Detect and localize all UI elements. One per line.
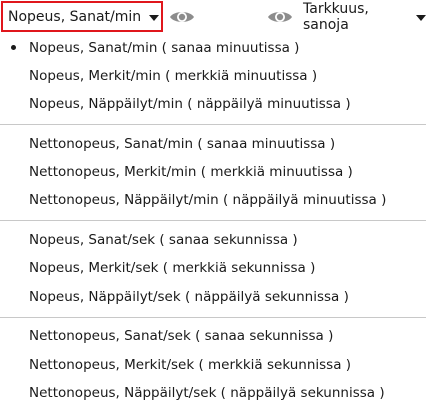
menu-item[interactable]: Nettonopeus, Merkit/min ( merkkiä minuut… <box>0 158 426 186</box>
accuracy-metric-label: Tarkkuus, sanoja <box>303 0 369 33</box>
menu-item-label: Nopeus, Merkit/sek ( merkkiä sekunnissa … <box>29 260 316 276</box>
menu-item[interactable]: Nopeus, Sanat/min ( sanaa minuutissa ) <box>0 34 426 62</box>
menu-item-label: Nopeus, Näppäilyt/min ( näppäilyä minuut… <box>29 96 351 112</box>
speed-metric-label: Nopeus, Sanat/min <box>8 8 142 25</box>
menu-separator <box>0 220 426 221</box>
menu-separator <box>0 124 426 125</box>
menu-item[interactable]: Nopeus, Näppäilyt/min ( näppäilyä minuut… <box>0 90 426 118</box>
selected-bullet-icon <box>11 45 16 50</box>
menu-item[interactable]: Nettonopeus, Näppäilyt/sek ( näppäilyä s… <box>0 379 426 407</box>
eye-icon[interactable] <box>169 9 195 25</box>
menu-item[interactable]: Nettonopeus, Merkit/sek ( merkkiä sekunn… <box>0 351 426 379</box>
accuracy-metric-dropdown[interactable]: Tarkkuus, sanoja <box>303 0 426 33</box>
chevron-down-icon <box>416 14 426 21</box>
menu-item-label: Nettonopeus, Näppäilyt/min ( näppäilyä m… <box>29 192 387 208</box>
menu-item[interactable]: Nettonopeus, Sanat/min ( sanaa minuutiss… <box>0 130 426 158</box>
menu-item[interactable]: Nettonopeus, Sanat/sek ( sanaa sekunniss… <box>0 322 426 350</box>
menu-item-label: Nopeus, Sanat/min ( sanaa minuutissa ) <box>29 40 300 56</box>
menu-item-label: Nopeus, Sanat/sek ( sanaa sekunnissa ) <box>29 232 298 248</box>
menu-item-label: Nettonopeus, Sanat/sek ( sanaa sekunniss… <box>29 328 334 344</box>
menu-item-label: Nopeus, Merkit/min ( merkkiä minuutissa … <box>29 68 318 84</box>
menu-item[interactable]: Nopeus, Näppäilyt/sek ( näppäilyä sekunn… <box>0 283 426 311</box>
menu-item[interactable]: Nopeus, Merkit/min ( merkkiä minuutissa … <box>0 62 426 90</box>
toolbar: Nopeus, Sanat/min Tarkkuus, sanoja <box>0 0 426 35</box>
chevron-down-icon <box>149 14 160 21</box>
eye-icon[interactable] <box>267 9 293 25</box>
speed-metric-menu: Nopeus, Sanat/min ( sanaa minuutissa ) N… <box>0 34 426 410</box>
menu-item-label: Nettonopeus, Näppäilyt/sek ( näppäilyä s… <box>29 385 385 401</box>
menu-item-label: Nopeus, Näppäilyt/sek ( näppäilyä sekunn… <box>29 289 349 305</box>
speed-metric-dropdown[interactable]: Nopeus, Sanat/min <box>1 1 163 32</box>
menu-item[interactable]: Nopeus, Merkit/sek ( merkkiä sekunnissa … <box>0 254 426 282</box>
menu-item[interactable]: Nettonopeus, Näppäilyt/min ( näppäilyä m… <box>0 186 426 214</box>
menu-separator <box>0 317 426 318</box>
menu-item-label: Nettonopeus, Sanat/min ( sanaa minuutiss… <box>29 136 336 152</box>
menu-item-label: Nettonopeus, Merkit/sek ( merkkiä sekunn… <box>29 357 352 373</box>
menu-item[interactable]: Nopeus, Sanat/sek ( sanaa sekunnissa ) <box>0 226 426 254</box>
menu-item-label: Nettonopeus, Merkit/min ( merkkiä minuut… <box>29 164 353 180</box>
